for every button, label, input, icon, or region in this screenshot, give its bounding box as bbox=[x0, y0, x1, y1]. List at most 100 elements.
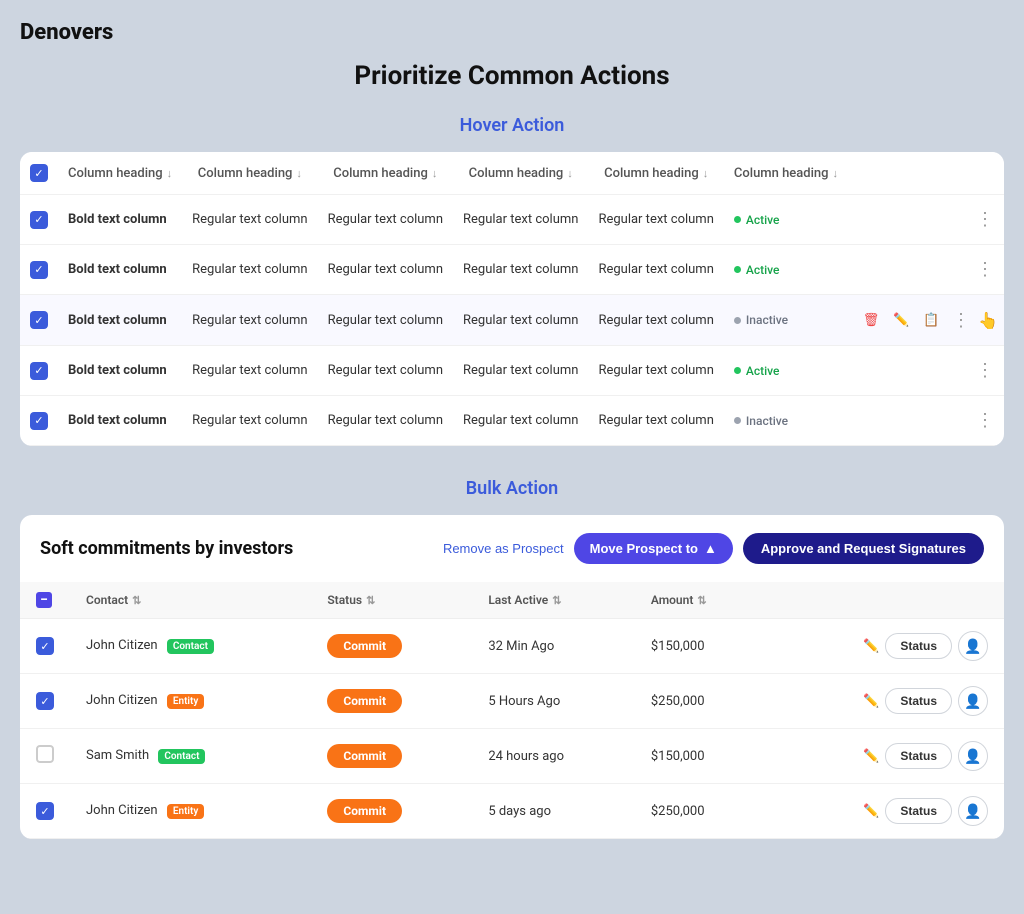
contact-name: Sam Smith bbox=[86, 748, 149, 763]
bulk-status-button[interactable]: Status bbox=[885, 633, 952, 659]
bulk-status-button[interactable]: Status bbox=[885, 798, 952, 824]
row-col3: Regular text column bbox=[318, 195, 453, 245]
bulk-row-actions: ✏️ Status 👤 bbox=[767, 674, 1004, 729]
row-checkbox-cell: ✓ bbox=[20, 346, 58, 396]
bulk-table-title: Soft commitments by investors bbox=[40, 538, 293, 559]
bulk-row-checkbox[interactable]: ✓ bbox=[36, 692, 54, 710]
bulk-status-button[interactable]: Status bbox=[885, 688, 952, 714]
row-col3: Regular text column bbox=[318, 396, 453, 446]
row-col1: Bold text column bbox=[58, 195, 182, 245]
bulk-row-contact: John Citizen Contact bbox=[70, 619, 311, 674]
bulk-header-actions: Remove as Prospect Move Prospect to ▲ Ap… bbox=[443, 533, 984, 564]
move-prospect-button[interactable]: Move Prospect to ▲ bbox=[574, 533, 733, 564]
bulk-section-title: Bulk Action bbox=[20, 478, 1004, 499]
more-options-icon[interactable]: ⋮ bbox=[972, 257, 998, 282]
row-col5: Regular text column bbox=[588, 295, 723, 346]
bulk-select-all-col: − bbox=[20, 582, 70, 619]
bulk-col-last-active: Last Active⇅ bbox=[472, 582, 635, 619]
bulk-select-all-checkbox[interactable]: − bbox=[36, 592, 52, 608]
delete-icon[interactable]: 🗑 bbox=[858, 307, 884, 333]
bulk-status-button[interactable]: Status bbox=[885, 743, 952, 769]
app-title: Denovers bbox=[20, 20, 1004, 45]
bulk-row-checkbox[interactable] bbox=[36, 745, 54, 763]
bulk-user-button[interactable]: 👤 bbox=[958, 631, 988, 661]
bulk-col-status: Status⇅ bbox=[311, 582, 472, 619]
more-options-icon[interactable]: ⋮ bbox=[948, 308, 974, 333]
bulk-col-contact: Contact⇅ bbox=[70, 582, 311, 619]
row-col2: Regular text column bbox=[182, 245, 317, 295]
bulk-col-row-actions bbox=[767, 582, 1004, 619]
bulk-row-status: Commit bbox=[311, 729, 472, 784]
bulk-user-button[interactable]: 👤 bbox=[958, 796, 988, 826]
row-checkbox-cell: ✓ bbox=[20, 396, 58, 446]
bulk-header: Soft commitments by investors Remove as … bbox=[20, 515, 1004, 582]
row-checkbox[interactable]: ✓ bbox=[30, 261, 48, 279]
bulk-edit-icon[interactable]: ✏️ bbox=[863, 639, 879, 654]
bulk-user-button[interactable]: 👤 bbox=[958, 741, 988, 771]
row-col3: Regular text column bbox=[318, 346, 453, 396]
commit-badge: Commit bbox=[327, 744, 402, 768]
hover-table-row: ✓ Bold text column Regular text column R… bbox=[20, 195, 1004, 245]
bulk-row-amount: $250,000 bbox=[635, 784, 767, 839]
bulk-row-status: Commit bbox=[311, 784, 472, 839]
document-icon[interactable]: 📋 bbox=[918, 307, 944, 333]
approve-signatures-button[interactable]: Approve and Request Signatures bbox=[743, 533, 984, 564]
contact-tag: Contact bbox=[167, 639, 214, 654]
bulk-row-actions: ✏️ Status 👤 bbox=[767, 619, 1004, 674]
more-options-icon[interactable]: ⋮ bbox=[972, 207, 998, 232]
contact-name: John Citizen bbox=[86, 803, 158, 818]
hover-table-row: ✓ Bold text column Regular text column R… bbox=[20, 295, 1004, 346]
hover-section-title: Hover Action bbox=[20, 115, 1004, 136]
row-status: Inactive bbox=[724, 396, 848, 446]
bulk-user-button[interactable]: 👤 bbox=[958, 686, 988, 716]
bulk-table: − Contact⇅ Status⇅ Last Active⇅ Amount⇅ bbox=[20, 582, 1004, 839]
select-all-checkbox[interactable]: ✓ bbox=[30, 164, 48, 182]
bulk-edit-icon[interactable]: ✏️ bbox=[863, 694, 879, 709]
row-checkbox-cell: ✓ bbox=[20, 245, 58, 295]
row-col1: Bold text column bbox=[58, 295, 182, 346]
contact-tag: Entity bbox=[167, 804, 205, 819]
contact-name: John Citizen bbox=[86, 693, 158, 708]
bulk-row-amount: $150,000 bbox=[635, 619, 767, 674]
more-options-icon[interactable]: ⋮ bbox=[972, 358, 998, 383]
hover-table: ✓ Column heading↓ Column heading↓ Column… bbox=[20, 152, 1004, 446]
bulk-edit-icon[interactable]: ✏️ bbox=[863, 749, 879, 764]
more-options-icon[interactable]: ⋮ bbox=[972, 408, 998, 433]
row-col2: Regular text column bbox=[182, 346, 317, 396]
hover-table-row: ✓ Bold text column Regular text column R… bbox=[20, 346, 1004, 396]
row-checkbox[interactable]: ✓ bbox=[30, 362, 48, 380]
bulk-row-check-cell: ✓ bbox=[20, 784, 70, 839]
hover-table-row: ✓ Bold text column Regular text column R… bbox=[20, 396, 1004, 446]
row-actions-cell: ⋮ bbox=[848, 195, 1004, 245]
row-col4: Regular text column bbox=[453, 295, 588, 346]
cursor-icon: 👆 bbox=[978, 311, 998, 330]
contact-tag: Contact bbox=[158, 749, 205, 764]
row-status: Inactive bbox=[724, 295, 848, 346]
row-col2: Regular text column bbox=[182, 195, 317, 245]
row-status: Active bbox=[724, 245, 848, 295]
row-checkbox[interactable]: ✓ bbox=[30, 412, 48, 430]
bulk-edit-icon[interactable]: ✏️ bbox=[863, 804, 879, 819]
bulk-row-actions: ✏️ Status 👤 bbox=[767, 784, 1004, 839]
bulk-row-check-cell: ✓ bbox=[20, 674, 70, 729]
bulk-col-amount: Amount⇅ bbox=[635, 582, 767, 619]
bulk-row-checkbox[interactable]: ✓ bbox=[36, 637, 54, 655]
edit-icon[interactable]: ✏️ bbox=[888, 307, 914, 333]
col-heading-3: Column heading↓ bbox=[318, 152, 453, 195]
col-heading-6: Column heading↓ bbox=[724, 152, 848, 195]
bulk-table-row: ✓ John Citizen Entity Commit 5 days ago … bbox=[20, 784, 1004, 839]
row-actions-cell: ⋮ bbox=[848, 346, 1004, 396]
row-col4: Regular text column bbox=[453, 245, 588, 295]
row-checkbox[interactable]: ✓ bbox=[30, 211, 48, 229]
remove-prospect-button[interactable]: Remove as Prospect bbox=[443, 541, 564, 556]
row-checkbox[interactable]: ✓ bbox=[30, 311, 48, 329]
bulk-row-check-cell: ✓ bbox=[20, 619, 70, 674]
row-col1: Bold text column bbox=[58, 396, 182, 446]
col-heading-1: Column heading↓ bbox=[58, 152, 182, 195]
bulk-row-checkbox[interactable]: ✓ bbox=[36, 802, 54, 820]
row-col2: Regular text column bbox=[182, 295, 317, 346]
row-status: Active bbox=[724, 195, 848, 245]
commit-badge: Commit bbox=[327, 689, 402, 713]
col-heading-actions bbox=[848, 152, 1004, 195]
row-col4: Regular text column bbox=[453, 195, 588, 245]
